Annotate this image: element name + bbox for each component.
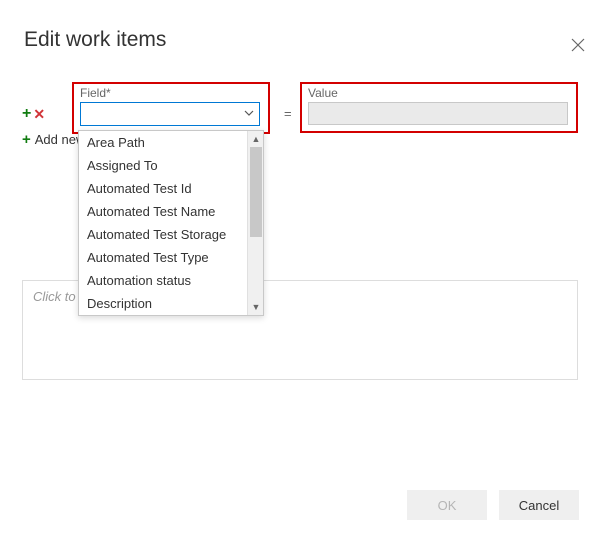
field-input[interactable]	[85, 106, 239, 123]
scroll-thumb[interactable]	[250, 147, 262, 237]
add-icon: +	[22, 132, 31, 147]
equals-operator: =	[284, 106, 292, 121]
field-dropdown: Area Path Assigned To Automated Test Id …	[78, 130, 264, 316]
scroll-down-icon[interactable]: ▼	[248, 299, 263, 315]
close-button[interactable]	[571, 38, 587, 54]
add-icon[interactable]: +	[22, 106, 31, 122]
value-group: Value	[300, 82, 578, 133]
notes-placeholder: Click to	[33, 289, 76, 304]
dropdown-item[interactable]: Automated Test Storage	[79, 223, 263, 246]
field-group: Field*	[72, 82, 270, 134]
dropdown-item[interactable]: Area Path	[79, 131, 263, 154]
dropdown-item[interactable]: Assigned To	[79, 154, 263, 177]
dropdown-item[interactable]: Automated Test Type	[79, 246, 263, 269]
dropdown-item[interactable]: Description	[79, 292, 263, 315]
close-icon	[571, 38, 585, 52]
dropdown-item[interactable]: Automated Test Name	[79, 200, 263, 223]
dropdown-item[interactable]: Automation status	[79, 269, 263, 292]
row-controls: + ✕	[22, 106, 45, 122]
chevron-down-icon	[243, 107, 255, 122]
value-input[interactable]	[308, 102, 568, 125]
dialog-title: Edit work items	[24, 28, 601, 52]
remove-icon[interactable]: ✕	[33, 107, 45, 121]
field-label: Field*	[80, 86, 262, 100]
dropdown-item[interactable]: Automated Test Id	[79, 177, 263, 200]
scrollbar[interactable]: ▲ ▼	[247, 131, 263, 315]
field-combobox[interactable]	[80, 102, 260, 126]
value-label: Value	[308, 86, 570, 100]
scroll-up-icon[interactable]: ▲	[248, 131, 263, 147]
